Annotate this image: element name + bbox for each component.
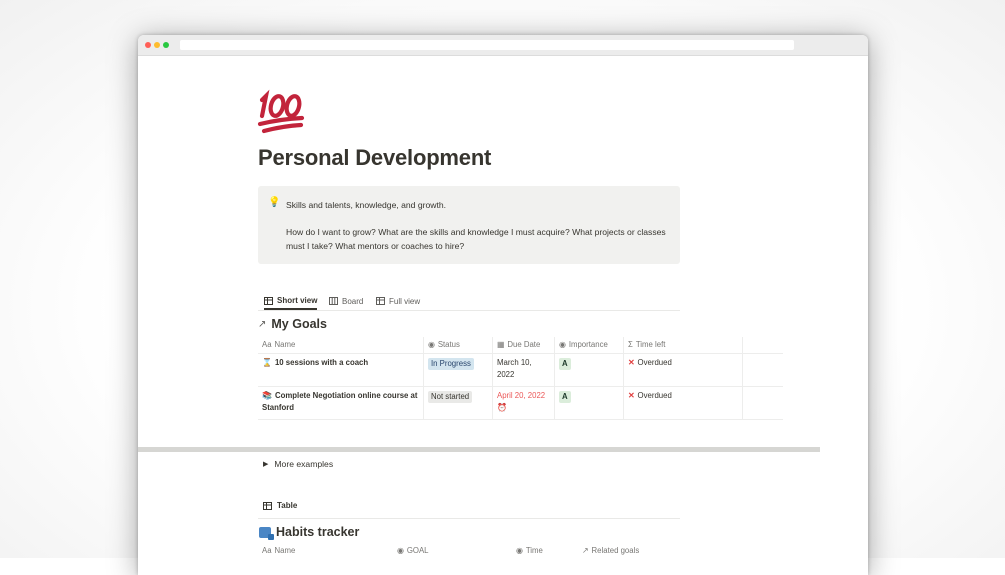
cross-icon: ✕	[628, 358, 635, 367]
goal-name: Complete Negotiation online course at St…	[262, 391, 418, 412]
address-bar[interactable]	[180, 40, 794, 50]
time-left-value: Overdued	[637, 358, 672, 367]
repeat-icon	[259, 526, 274, 540]
status-badge: Not started	[428, 391, 473, 403]
select-property-icon: ◉	[559, 340, 566, 349]
lightbulb-icon: 💡	[268, 197, 281, 208]
column-header-due-date[interactable]: ▦ Due Date	[493, 337, 555, 353]
habits-database-title[interactable]: Habits tracker	[259, 525, 360, 540]
tab-label: Board	[342, 296, 364, 306]
select-property-icon: ◉	[516, 546, 523, 555]
extra-cell[interactable]	[743, 354, 783, 386]
formula-icon: Σ	[628, 340, 633, 349]
relation-arrow-icon: ↗	[582, 546, 589, 555]
toggle-label: More examples	[274, 459, 334, 469]
triangle-right-icon: ▶	[263, 461, 269, 468]
view-tabs: Short view Board Full view	[258, 293, 680, 311]
more-examples-toggle[interactable]: ▶ More examples	[263, 459, 333, 469]
table-icon	[264, 296, 273, 305]
text-property-icon: Aa	[262, 546, 272, 555]
text-property-icon: Aa	[262, 340, 272, 349]
habits-table-header: Aa Name ◉ GOAL ◉ Time ↗ Related goals	[258, 544, 783, 558]
browser-window: Personal Development 💡 Skills and talent…	[138, 35, 868, 575]
column-label: Due Date	[507, 340, 541, 349]
page-title[interactable]: Personal Development	[258, 145, 491, 171]
due-date: April 20, 2022	[497, 391, 546, 400]
tab-short-view[interactable]: Short view	[264, 293, 318, 310]
table-header-row: Aa Name ◉ Status ▦ Due Date ◉ Importance	[258, 337, 783, 354]
importance-cell[interactable]: A	[555, 354, 624, 386]
board-icon	[329, 297, 338, 305]
hourglass-icon: ⌛	[262, 358, 272, 367]
tab-full-view[interactable]: Full view	[376, 293, 420, 309]
hundred-points-icon[interactable]	[256, 88, 306, 134]
callout-line: How do I want to grow? What are the skil…	[286, 227, 666, 251]
table-view-tab[interactable]: Table	[263, 501, 297, 510]
alarm-clock-icon: ⏰	[497, 403, 507, 412]
due-date-cell[interactable]: March 10, 2022	[493, 354, 555, 386]
cross-icon: ✕	[628, 391, 635, 400]
close-window-button[interactable]	[145, 42, 151, 48]
tab-board[interactable]: Board	[329, 293, 363, 309]
column-header-name[interactable]: Aa Name	[262, 546, 295, 555]
column-label: Time left	[635, 340, 666, 349]
maximize-window-button[interactable]	[163, 42, 169, 48]
column-header-status[interactable]: ◉ Status	[424, 337, 493, 353]
importance-cell[interactable]: A	[555, 387, 624, 419]
time-left-value: Overdued	[637, 391, 672, 400]
column-label: Name	[274, 546, 296, 555]
table-icon	[263, 501, 272, 510]
name-cell[interactable]: ⌛ 10 sessions with a coach	[258, 354, 424, 386]
status-badge: In Progress	[428, 358, 474, 370]
column-header-related-goals[interactable]: ↗ Related goals	[582, 546, 639, 555]
column-header-name[interactable]: Aa Name	[258, 337, 424, 353]
status-cell[interactable]: In Progress	[424, 354, 493, 386]
column-header-time[interactable]: ◉ Time	[516, 546, 543, 555]
column-label: GOAL	[406, 546, 429, 555]
link-arrow-icon: ↗	[258, 318, 267, 330]
tab-label: Full view	[389, 296, 421, 306]
status-property-icon: ◉	[428, 340, 435, 349]
database-title[interactable]: ↗ My Goals	[258, 317, 327, 331]
view-tab-label: Table	[277, 501, 298, 510]
database-title-text: My Goals	[271, 317, 327, 331]
column-label: Time	[525, 546, 543, 555]
calendar-icon: ▦	[497, 340, 505, 349]
goals-table: Aa Name ◉ Status ▦ Due Date ◉ Importance	[258, 337, 783, 420]
name-cell[interactable]: 📚 Complete Negotiation online course at S…	[258, 387, 424, 419]
table-icon	[376, 297, 385, 305]
due-date-cell[interactable]: April 20, 2022 ⏰	[493, 387, 555, 419]
column-header-importance[interactable]: ◉ Importance	[555, 337, 624, 353]
callout-line: Skills and talents, knowledge, and growt…	[286, 200, 447, 210]
column-header-goal[interactable]: ◉ GOAL	[397, 546, 428, 555]
horizontal-scrollbar[interactable]	[138, 447, 820, 452]
status-cell[interactable]: Not started	[424, 387, 493, 419]
column-label: Related goals	[591, 546, 640, 555]
table-row[interactable]: 📚 Complete Negotiation online course at S…	[258, 387, 783, 420]
browser-chrome	[138, 35, 868, 56]
column-label: Importance	[568, 340, 608, 349]
time-left-cell[interactable]: ✕ Overdued	[624, 354, 743, 386]
column-label: Status	[437, 340, 460, 349]
due-date: March 10, 2022	[497, 358, 532, 379]
time-left-cell[interactable]: ✕ Overdued	[624, 387, 743, 419]
divider	[258, 518, 680, 519]
extra-cell[interactable]	[743, 387, 783, 419]
books-icon: 📚	[262, 391, 272, 400]
callout-text: Skills and talents, knowledge, and growt…	[286, 198, 671, 253]
table-row[interactable]: ⌛ 10 sessions with a coach In Progress Ma…	[258, 354, 783, 387]
importance-badge: A	[559, 391, 571, 403]
column-header-time-left[interactable]: Σ Time left	[624, 337, 743, 353]
tab-label: Short view	[277, 296, 318, 305]
database-title-text: Habits tracker	[276, 525, 360, 539]
minimize-window-button[interactable]	[154, 42, 160, 48]
backdrop: Personal Development 💡 Skills and talent…	[0, 0, 1005, 575]
goal-name: 10 sessions with a coach	[274, 358, 369, 367]
column-label: Name	[274, 340, 296, 349]
callout-block[interactable]: 💡 Skills and talents, knowledge, and gro…	[258, 186, 680, 264]
column-header-extra[interactable]	[743, 337, 783, 353]
select-property-icon: ◉	[397, 546, 404, 555]
importance-badge: A	[559, 358, 571, 370]
page-content: Personal Development 💡 Skills and talent…	[138, 56, 868, 575]
